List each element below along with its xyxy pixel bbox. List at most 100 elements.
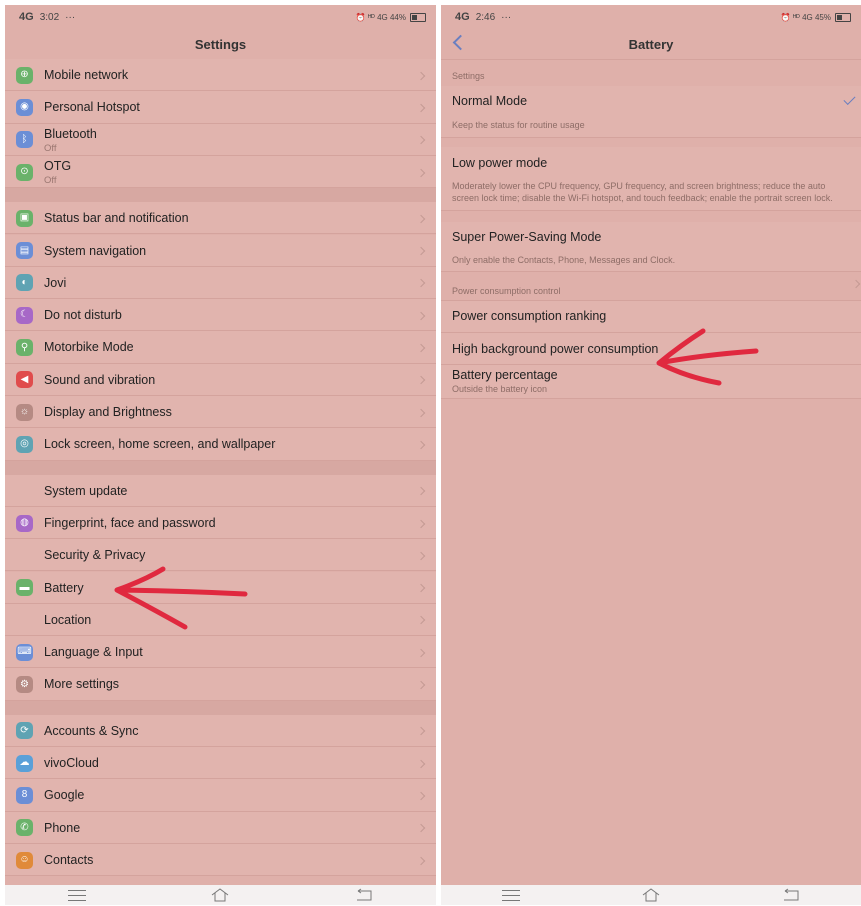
globe-icon: ⊕ [16,66,33,84]
settings-item-security-privacy[interactable]: Security & Privacy [5,539,436,572]
chevron-right-icon [416,343,426,353]
settings-item-mobile-network[interactable]: ⊕ Mobile network [5,59,436,92]
menu-nav-icon[interactable] [67,889,86,901]
chevron-right-icon [416,680,426,690]
settings-item-sound-and-vibration[interactable]: ◀ Sound and vibration [5,363,436,396]
status-dots: ··· [501,11,512,23]
settings-item-contacts[interactable]: ☺ Contacts [5,843,436,877]
settings-item-battery[interactable]: ▬ Battery [5,571,436,604]
settings-item-location[interactable]: Location [5,603,436,637]
otg-icon: ⊙ [16,163,33,181]
fingerprint-icon: ◍ [16,514,33,532]
power-control-section-header: Power consumption control [452,286,561,296]
settings-item-label: vivoCloud [44,756,99,770]
battery-percentage-sub: Outside the battery icon [452,384,548,394]
chevron-right-icon [416,408,426,417]
sound-icon: ◀ [16,371,33,389]
page-title: Battery [628,36,674,52]
settings-item-phone[interactable]: ✆ Phone [5,811,436,844]
settings-item-personal-hotspot[interactable]: ◉ Personal Hotspot [5,91,436,124]
settings-item-accounts-sync[interactable]: ⟳ Accounts & Sync [5,714,436,747]
low-power-mode-option[interactable]: Low power mode Moderately lower the CPU … [441,147,861,211]
back-nav-icon[interactable] [355,888,373,902]
hotspot-icon: ◉ [16,98,33,116]
settings-item-google[interactable]: 8 Google [5,779,436,812]
motorbike-icon: ⚲ [16,339,33,357]
checkmark-icon [843,92,856,106]
settings-item-motorbike-mode[interactable]: ⚲ Motorbike Mode [5,331,436,364]
keyboard-icon: ⌨ [16,643,33,661]
settings-item-lock-screen-home-screen-and-wallpaper[interactable]: ◎ Lock screen, home screen, and wallpaper [5,428,436,461]
status-indicators: ⏰ ᴴᴰ 4G 44% [355,12,406,22]
chevron-right-icon [851,279,861,289]
settings-item-jovi[interactable]: ◐ Jovi [5,266,436,300]
status-bar: 4G 3:02 ··· ⏰ ᴴᴰ 4G 44% [5,5,436,29]
settings-item-vivocloud[interactable]: ☁ vivoCloud [5,747,436,780]
settings-item-label: Fingerprint, face and password [44,515,216,530]
chevron-right-icon [416,791,426,801]
settings-item-label: Display and Brightness [44,405,172,419]
high-background-power-label: High background power consumption [452,342,659,356]
settings-item-sublabel: Off [44,174,57,186]
settings-item-label: More settings [44,677,120,692]
super-power-saving-desc: Only enable the Contacts, Phone, Message… [452,255,676,265]
settings-item-status-bar-and-notification[interactable]: ▣ Status bar and notification [5,202,436,235]
home-nav-icon[interactable] [642,888,660,902]
settings-item-label: Personal Hotspot [44,100,140,115]
jovi-icon: ◐ [16,274,33,292]
home-nav-icon[interactable] [211,888,229,902]
normal-mode-label: Normal Mode [452,94,528,108]
settings-item-label: Bluetooth [44,126,97,141]
menu-nav-icon[interactable] [502,889,520,901]
contacts-icon: ☺ [16,851,33,869]
moon-icon: ☾ [16,306,33,324]
chevron-right-icon [416,168,426,177]
chevron-right-icon [416,279,426,288]
settings-item-display-and-brightness[interactable]: ☼ Display and Brightness [5,396,436,429]
navigation-bar [5,885,436,905]
chevron-right-icon [416,71,426,80]
super-power-saving-option[interactable]: Super Power-Saving Mode Only enable the … [441,222,861,272]
notification-icon: ▣ [16,209,33,227]
back-nav-icon[interactable] [782,888,800,902]
chevron-right-icon [416,486,426,496]
settings-item-label: Motorbike Mode [44,340,134,355]
settings-item-system-update[interactable]: System update [5,474,436,507]
chevron-right-icon [416,311,426,320]
phone-icon: ✆ [16,819,33,837]
settings-item-label: Contacts [44,852,94,867]
normal-mode-desc: Keep the status for routine usage [452,120,585,130]
high-background-power-item[interactable]: High background power consumption [441,333,861,365]
group-separator [5,700,436,715]
settings-item-system-navigation[interactable]: ▤ System navigation [5,234,436,267]
chevron-right-icon [416,103,426,113]
back-arrow-icon[interactable] [452,34,469,51]
settings-screen: 4G 3:02 ··· ⏰ ᴴᴰ 4G 44% Settings ⊕ Mobile… [5,5,436,905]
settings-item-do-not-disturb[interactable]: ☾ Do not disturb [5,299,436,332]
settings-item-fingerprint-face-and-password[interactable]: ◍ Fingerprint, face and password [5,506,436,540]
chevron-right-icon [416,648,426,657]
low-power-mode-desc: Moderately lower the CPU frequency, GPU … [452,181,833,203]
settings-item-label: Lock screen, home screen, and wallpaper [44,437,276,452]
settings-item-label: System update [44,483,128,498]
page-header: Battery [441,29,861,60]
settings-item-label: Do not disturb [44,308,122,323]
navigation-icon: ▤ [16,242,33,260]
wallpaper-icon: ◎ [16,435,33,453]
settings-item-label: Security & Privacy [44,548,146,563]
settings-item-sublabel: Off [44,142,57,154]
normal-mode-option[interactable]: Normal Mode Keep the status for routine … [441,86,861,138]
battery-status-icon [410,12,426,22]
settings-item-label: OTG [44,158,72,173]
settings-item-otg[interactable]: ⊙ OTG Off [5,155,436,189]
battery-percentage-item[interactable]: Battery percentage Outside the battery i… [441,365,861,399]
settings-item-more-settings[interactable]: ⚙ More settings [5,668,436,701]
cloud-icon: ☁ [16,754,33,772]
settings-item-language-input[interactable]: ⌨ Language & Input [5,636,436,669]
chevron-right-icon [416,616,426,625]
power-ranking-item[interactable]: Power consumption ranking [441,279,861,333]
google-icon: 8 [16,786,33,804]
status-dots: ··· [65,11,76,23]
settings-item-label: Language & Input [44,645,143,660]
settings-item-bluetooth[interactable]: ᛒ Bluetooth Off [5,123,436,156]
